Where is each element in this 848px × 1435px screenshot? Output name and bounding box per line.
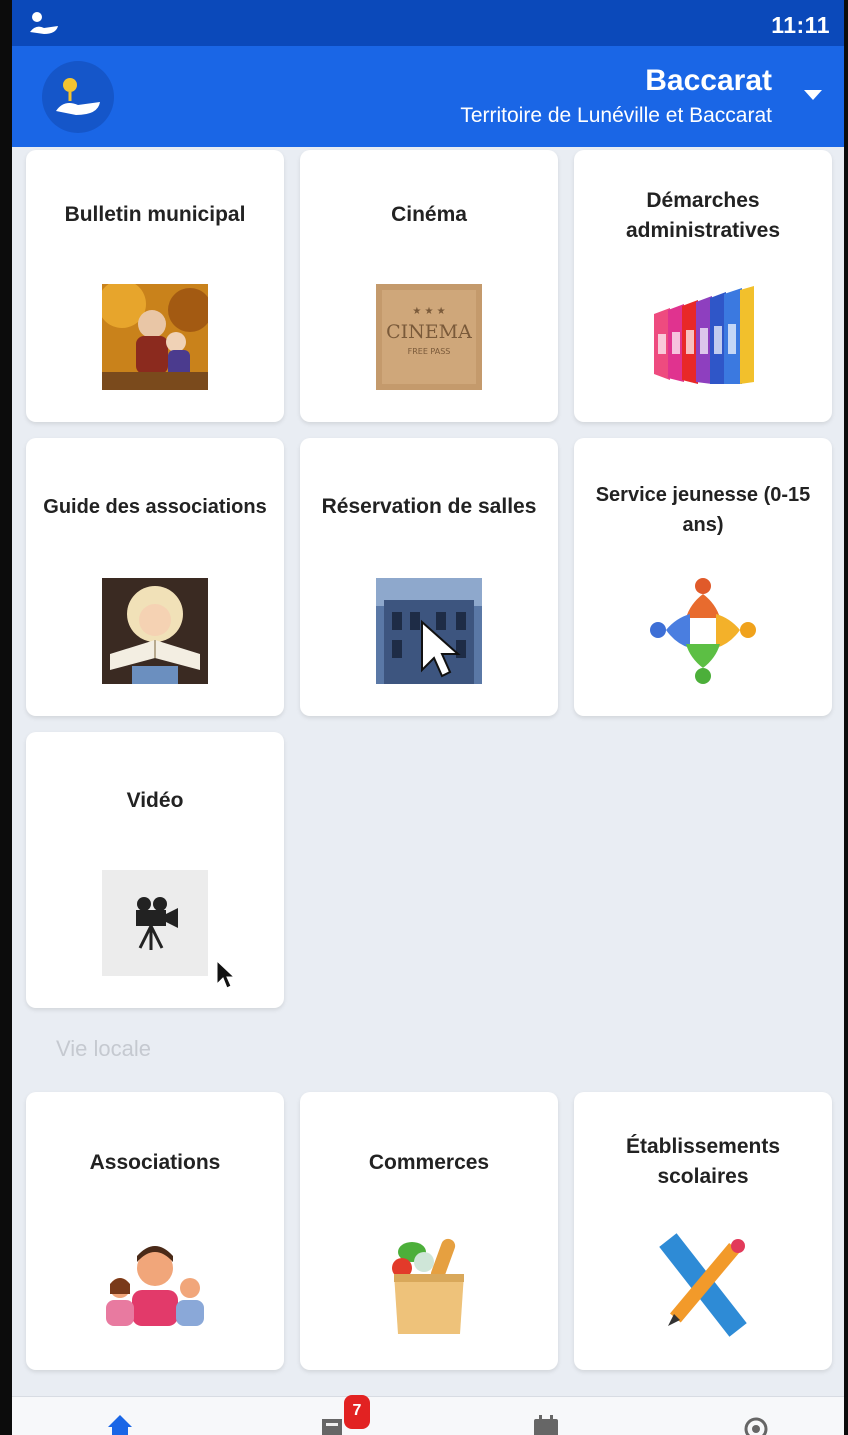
tile-label: Associations (89, 1151, 221, 1174)
svg-text:CINEMA: CINEMA (386, 321, 472, 343)
status-bar: 11:11 (12, 0, 844, 46)
mouse-pointer-icon (216, 960, 236, 989)
section-title-vie-locale: Vie locale (56, 1036, 151, 1061)
people-circle-icon (650, 578, 756, 684)
building-with-cursor-icon (376, 578, 482, 684)
status-time: 11:11 (771, 12, 830, 38)
app-screen: 11:11 Baccarat Territoire de Lunéville e… (0, 0, 848, 1435)
cinema-ticket-icon: ★ ★ ★ CINEMA FREE PASS (376, 284, 482, 390)
tile-label: Bulletin municipal (64, 203, 246, 226)
tile-cinema[interactable]: Cinéma ★ ★ ★ CINEMA FREE PASS (300, 150, 558, 422)
colored-binders-icon (650, 284, 756, 390)
grocery-bag-icon (376, 1232, 482, 1338)
app-header[interactable]: Baccarat Territoire de Lunéville et Bacc… (12, 46, 844, 147)
tile-video[interactable]: Vidéo (26, 732, 284, 1008)
three-people-icon (102, 1232, 208, 1338)
tile-reservation-de-salles[interactable]: Réservation de salles (300, 438, 558, 716)
location-hand-icon (56, 78, 100, 115)
svg-text:FREE PASS: FREE PASS (408, 347, 451, 356)
app-notification-icon (30, 12, 58, 34)
tile-label: Réservation de salles (321, 495, 537, 518)
dropdown-caret-icon[interactable] (804, 90, 822, 100)
tile-label: Démarches administratives (625, 189, 781, 242)
tile-label: Cinéma (391, 203, 467, 226)
tile-label: Commerces (368, 1151, 490, 1174)
girl-with-book-icon (102, 578, 208, 684)
notification-badge: 7 (344, 1395, 370, 1429)
calendar-icon[interactable] (532, 1413, 560, 1435)
tile-service-jeunesse[interactable]: Service jeunesse (0-15 ans) (574, 438, 832, 716)
tile-label: Service jeunesse (0-15 ans) (595, 484, 811, 536)
video-camera-icon (102, 870, 208, 976)
svg-text:★ ★ ★: ★ ★ ★ (412, 306, 445, 317)
app-logo[interactable] (42, 61, 114, 133)
tile-etablissements-scolaires[interactable]: Établissements scolaires (574, 1092, 832, 1370)
page-subtitle: Territoire de Lunéville et Baccarat (460, 104, 772, 127)
tile-demarches-administratives[interactable]: Démarches administratives (574, 150, 832, 422)
tile-guide-des-associations[interactable]: Guide des associations (26, 438, 284, 716)
tile-commerces[interactable]: Commerces (300, 1092, 558, 1370)
settings-icon[interactable] (742, 1413, 770, 1435)
autumn-photo-icon (102, 284, 208, 390)
tile-label: Vidéo (126, 789, 184, 812)
tile-label: Établissements scolaires (625, 1135, 781, 1188)
home-icon[interactable] (106, 1413, 134, 1435)
bottom-navigation (12, 1396, 844, 1435)
tile-bulletin-municipal[interactable]: Bulletin municipal (26, 150, 284, 422)
page-title: Baccarat (645, 64, 772, 97)
tile-label: Guide des associations (43, 496, 267, 518)
tile-associations[interactable]: Associations (26, 1092, 284, 1370)
ruler-pencil-icon (650, 1232, 756, 1338)
news-icon[interactable] (318, 1413, 346, 1435)
